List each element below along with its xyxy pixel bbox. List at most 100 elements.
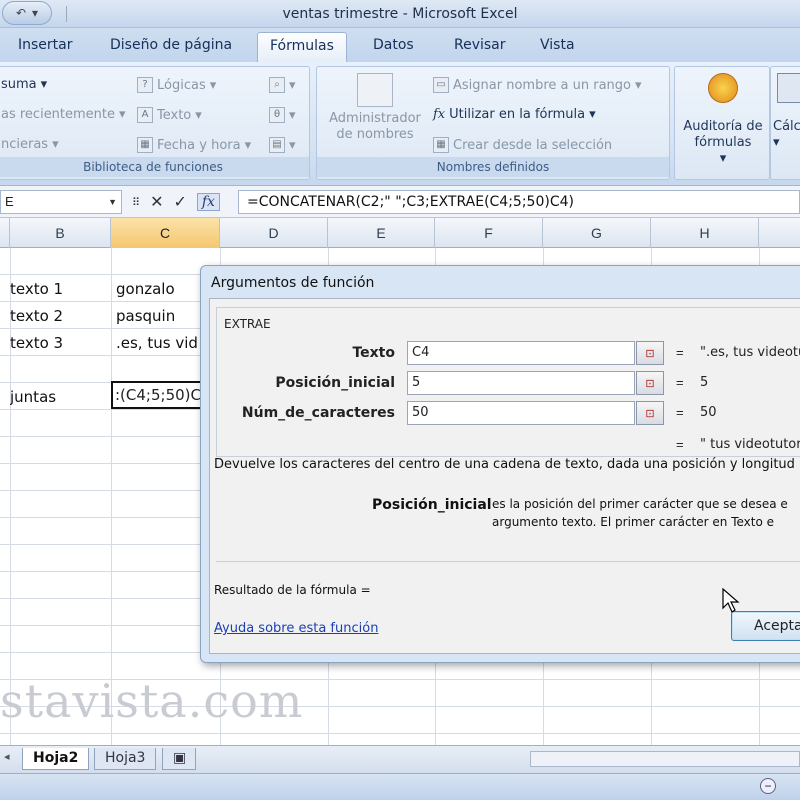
collapse-dialog-button[interactable]: ⊡ [636,341,664,365]
text-button[interactable]: A Texto ▾ [137,107,202,123]
group-nombres-definidos: Administrador de nombres ▭ Asignar nombre… [316,66,670,180]
arg-input-num-caracteres[interactable]: 50 [407,401,635,425]
arg-result-texto: ".es, tus videotuto [700,345,800,360]
function-description: Devuelve los caracteres del centro de un… [214,457,800,472]
insert-function-icon[interactable]: fx [196,193,220,211]
accept-button[interactable]: Aceptar [731,611,800,641]
group-calculo: Cálc ▾ [770,66,800,180]
more-functions-icon: ▤ [269,137,285,153]
tab-formulas[interactable]: Fórmulas [257,32,347,62]
recently-used-button[interactable]: as recientemente ▾ [1,107,126,122]
tab-diseno-pagina[interactable]: Diseño de página [110,37,232,53]
mouse-pointer-icon [722,588,740,613]
autosuma-button[interactable]: suma ▾ [1,77,47,92]
name-box[interactable]: E ▼ [0,190,122,214]
tab-vista[interactable]: Vista [540,37,575,53]
cell-c3[interactable]: pasquin [116,307,204,325]
cell-b3[interactable]: texto 2 [10,307,63,325]
lookup-button[interactable]: ⌕ ▾ [269,77,296,93]
text-icon: A [137,107,153,123]
cell-b6[interactable]: juntas [10,388,56,406]
formula-bar: E ▼ ⠿ ✕ ✓ fx =CONCATENAR(C2;" ";C3;EXTRA… [0,186,800,218]
column-header-g[interactable]: G [543,218,651,248]
logical-icon: ? [137,77,153,93]
scroll-sheet-icon[interactable]: ◂ [4,750,10,763]
expand-icon[interactable]: ⠿ [132,196,140,209]
dialog-title: Argumentos de función [211,275,375,291]
insert-sheet-icon: ▣ [173,750,187,766]
arg-label-num-caracteres: Núm_de_caracteres [241,405,395,421]
formula-input[interactable]: =CONCATENAR(C2;" ";C3;EXTRAE(C4;5;50)C4) [238,190,800,214]
column-headers: B C D E F G H [0,218,800,248]
tab-insertar[interactable]: Insertar [18,37,73,53]
window-title: ventas trimestre - Microsoft Excel [282,6,518,22]
calculation-button[interactable]: Cálc ▾ [773,73,800,151]
column-header-d[interactable]: D [220,218,328,248]
status-bar: − [0,773,800,800]
define-name-icon: ▭ [433,77,449,93]
collapse-dialog-button[interactable]: ⊡ [636,371,664,395]
zoom-out-icon[interactable]: − [760,778,776,794]
financial-button[interactable]: ncieras ▾ [1,137,59,152]
calculator-icon [777,73,800,103]
create-selection-icon: ▦ [433,137,449,153]
collapse-dialog-button[interactable]: ⊡ [636,401,664,425]
logical-button[interactable]: ? Lógicas ▾ [137,77,216,93]
sheet-tab-bar: ◂ Hoja2 Hoja3 ▣ [0,745,800,773]
column-header-c[interactable]: C [111,218,220,248]
watermark: stavista.com [0,674,304,728]
cancel-icon[interactable]: ✕ [150,192,163,212]
math-button[interactable]: θ ▾ [269,107,296,123]
arg-result-posicion: 5 [700,375,709,390]
formula-auditing-button[interactable]: Auditoría de fórmulas ▾ [677,73,769,167]
active-cell-c6[interactable]: :(C4;5;50)C [111,381,211,409]
function-arguments-dialog: Argumentos de función EXTRAE Texto C4 ⊡ … [200,265,800,663]
column-header-b[interactable]: B [10,218,111,248]
name-manager-icon [357,73,393,107]
confirm-icon[interactable]: ✓ [173,192,186,212]
arg-input-posicion[interactable]: 5 [407,371,635,395]
group-auditoria: Auditoría de fórmulas ▾ [674,66,770,180]
select-all-corner[interactable] [0,218,10,248]
arg-input-texto[interactable]: C4 [407,341,635,365]
define-name-button[interactable]: ▭ Asignar nombre a un rango ▾ [433,77,642,93]
param-name: Posición_inicial [372,497,492,513]
dialog-body: EXTRAE Texto C4 ⊡ = ".es, tus videotuto … [209,298,800,654]
tab-revisar[interactable]: Revisar [454,37,506,53]
cell-c2[interactable]: gonzalo [116,280,204,298]
horizontal-scrollbar[interactable] [530,751,800,767]
create-from-selection-button[interactable]: ▦ Crear desde la selección [433,137,612,153]
sheet-tab-hoja2[interactable]: Hoja2 [22,748,90,770]
cell-b4[interactable]: texto 3 [10,334,63,352]
function-result: " tus videotutoria [700,437,800,452]
lookup-icon: ⌕ [269,77,285,93]
name-manager-button[interactable]: Administrador de nombres [323,73,427,143]
use-in-formula-button[interactable]: fx Utilizar en la fórmula ▾ [433,107,596,122]
ribbon-tabs: Insertar Diseño de página Fórmulas Datos… [0,28,800,62]
function-icon: fx [433,107,446,122]
insert-sheet-button[interactable]: ▣ [162,748,196,770]
group-biblioteca-funciones: suma ▾ as recientemente ▾ ncieras ▾ ? Lóg… [0,66,310,180]
sheet-tab-hoja3[interactable]: Hoja3 [94,748,157,770]
param-description-2: argumento texto. El primer carácter en T… [492,515,774,529]
chevron-down-icon[interactable]: ▼ [108,197,117,207]
more-functions-button[interactable]: ▤ ▾ [269,137,296,153]
calendar-icon: ▦ [137,137,153,153]
date-time-button[interactable]: ▦ Fecha y hora ▾ [137,137,251,153]
math-icon: θ [269,107,285,123]
help-link[interactable]: Ayuda sobre esta función [214,621,378,636]
formula-buttons: ⠿ ✕ ✓ fx [124,189,236,215]
tab-datos[interactable]: Datos [373,37,414,53]
cell-c4[interactable]: .es, tus vid [116,334,204,352]
collapse-dialog-icon: ⊡ [645,347,655,360]
column-header-e[interactable]: E [328,218,435,248]
function-name: EXTRAE [224,317,271,331]
divider [216,561,800,562]
group-label-nombres: Nombres definidos [317,157,669,177]
column-header-h[interactable]: H [651,218,759,248]
collapse-dialog-icon: ⊡ [645,377,655,390]
arg-result-num-caracteres: 50 [700,405,717,420]
cell-b2[interactable]: texto 1 [10,280,63,298]
formula-result-label: Resultado de la fórmula = [214,583,371,597]
column-header-f[interactable]: F [435,218,543,248]
